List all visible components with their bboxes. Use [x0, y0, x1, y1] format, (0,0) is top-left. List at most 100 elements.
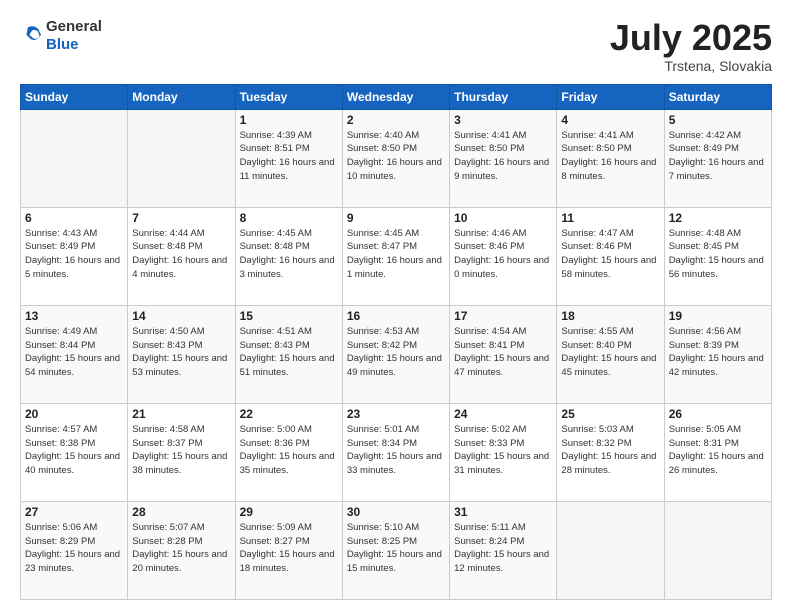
table-row: 23 Sunrise: 5:01 AM Sunset: 8:34 PM Dayli… [342, 403, 449, 501]
day-info: Sunrise: 5:05 AM Sunset: 8:31 PM Dayligh… [669, 423, 767, 478]
day-number: 1 [240, 113, 338, 127]
day-number: 11 [561, 211, 659, 225]
table-row: 14Sunrise: 4:50 AM Sunset: 8:43 PM Dayli… [128, 305, 235, 403]
day-info: Sunrise: 4:49 AM Sunset: 8:44 PM Dayligh… [25, 325, 123, 380]
day-info: Sunrise: 5:11 AM Sunset: 8:24 PM Dayligh… [454, 521, 552, 576]
calendar-table: Sunday Monday Tuesday Wednesday Thursday… [20, 84, 772, 600]
day-number: 21 [132, 407, 230, 421]
col-tuesday: Tuesday [235, 84, 342, 109]
table-row: 20 Sunrise: 4:57 AM Sunset: 8:38 PM Dayli… [21, 403, 128, 501]
day-number: 27 [25, 505, 123, 519]
title-block: July 2025 Trstena, Slovakia [610, 18, 772, 74]
col-thursday: Thursday [450, 84, 557, 109]
table-row [557, 501, 664, 599]
col-saturday: Saturday [664, 84, 771, 109]
header: General Blue July 2025 Trstena, Slovakia [20, 18, 772, 74]
table-row [128, 109, 235, 207]
table-row: 22Sunrise: 5:00 AM Sunset: 8:36 PM Dayli… [235, 403, 342, 501]
day-info: Sunrise: 4:50 AM Sunset: 8:43 PM Dayligh… [132, 325, 230, 380]
table-row: 10 Sunrise: 4:46 AM Sunset: 8:46 PM Dayli… [450, 207, 557, 305]
day-number: 3 [454, 113, 552, 127]
day-info: Sunrise: 5:06 AM Sunset: 8:29 PM Dayligh… [25, 521, 123, 576]
table-row: 12Sunrise: 4:48 AM Sunset: 8:45 PM Dayli… [664, 207, 771, 305]
day-info: Sunrise: 4:53 AM Sunset: 8:42 PM Dayligh… [347, 325, 445, 380]
day-info: Sunrise: 4:51 AM Sunset: 8:43 PM Dayligh… [240, 325, 338, 380]
table-row: 21Sunrise: 4:58 AM Sunset: 8:37 PM Dayli… [128, 403, 235, 501]
table-row: 11 Sunrise: 4:47 AM Sunset: 8:46 PM Dayli… [557, 207, 664, 305]
month-title: July 2025 [610, 18, 772, 58]
logo: General Blue [20, 18, 102, 54]
day-info: Sunrise: 4:56 AM Sunset: 8:39 PM Dayligh… [669, 325, 767, 380]
day-number: 13 [25, 309, 123, 323]
day-info: Sunrise: 4:42 AM Sunset: 8:49 PM Dayligh… [669, 129, 767, 184]
day-number: 30 [347, 505, 445, 519]
day-info: Sunrise: 4:54 AM Sunset: 8:41 PM Dayligh… [454, 325, 552, 380]
calendar-header-row: Sunday Monday Tuesday Wednesday Thursday… [21, 84, 772, 109]
table-row: 7 Sunrise: 4:44 AM Sunset: 8:48 PM Daylig… [128, 207, 235, 305]
table-row: 18Sunrise: 4:55 AM Sunset: 8:40 PM Dayli… [557, 305, 664, 403]
table-row: 31Sunrise: 5:11 AM Sunset: 8:24 PM Dayli… [450, 501, 557, 599]
day-info: Sunrise: 5:02 AM Sunset: 8:33 PM Dayligh… [454, 423, 552, 478]
table-row: 26 Sunrise: 5:05 AM Sunset: 8:31 PM Dayli… [664, 403, 771, 501]
col-wednesday: Wednesday [342, 84, 449, 109]
day-number: 24 [454, 407, 552, 421]
day-info: Sunrise: 4:43 AM Sunset: 8:49 PM Dayligh… [25, 227, 123, 282]
day-info: Sunrise: 4:45 AM Sunset: 8:47 PM Dayligh… [347, 227, 445, 282]
logo-blue-text: Blue [46, 36, 79, 53]
day-number: 19 [669, 309, 767, 323]
calendar-week-row: 13 Sunrise: 4:49 AM Sunset: 8:44 PM Dayli… [21, 305, 772, 403]
table-row: 3Sunrise: 4:41 AM Sunset: 8:50 PM Daylig… [450, 109, 557, 207]
day-info: Sunrise: 4:44 AM Sunset: 8:48 PM Dayligh… [132, 227, 230, 282]
table-row: 5Sunrise: 4:42 AM Sunset: 8:49 PM Daylig… [664, 109, 771, 207]
logo-general-text: General [46, 18, 102, 35]
day-number: 2 [347, 113, 445, 127]
table-row [664, 501, 771, 599]
day-info: Sunrise: 4:40 AM Sunset: 8:50 PM Dayligh… [347, 129, 445, 184]
table-row: 15 Sunrise: 4:51 AM Sunset: 8:43 PM Dayli… [235, 305, 342, 403]
day-info: Sunrise: 5:01 AM Sunset: 8:34 PM Dayligh… [347, 423, 445, 478]
day-number: 10 [454, 211, 552, 225]
table-row: 6 Sunrise: 4:43 AM Sunset: 8:49 PM Daylig… [21, 207, 128, 305]
calendar-week-row: 6 Sunrise: 4:43 AM Sunset: 8:49 PM Daylig… [21, 207, 772, 305]
day-info: Sunrise: 4:45 AM Sunset: 8:48 PM Dayligh… [240, 227, 338, 282]
day-number: 16 [347, 309, 445, 323]
day-number: 17 [454, 309, 552, 323]
table-row: 25Sunrise: 5:03 AM Sunset: 8:32 PM Dayli… [557, 403, 664, 501]
table-row: 2 Sunrise: 4:40 AM Sunset: 8:50 PM Daylig… [342, 109, 449, 207]
day-info: Sunrise: 4:46 AM Sunset: 8:46 PM Dayligh… [454, 227, 552, 282]
table-row: 30 Sunrise: 5:10 AM Sunset: 8:25 PM Dayli… [342, 501, 449, 599]
table-row: 27 Sunrise: 5:06 AM Sunset: 8:29 PM Dayli… [21, 501, 128, 599]
table-row: 1 Sunrise: 4:39 AM Sunset: 8:51 PM Daylig… [235, 109, 342, 207]
table-row: 29Sunrise: 5:09 AM Sunset: 8:27 PM Dayli… [235, 501, 342, 599]
page: General Blue July 2025 Trstena, Slovakia… [0, 0, 792, 612]
location: Trstena, Slovakia [610, 58, 772, 74]
day-number: 20 [25, 407, 123, 421]
day-number: 7 [132, 211, 230, 225]
table-row: 8Sunrise: 4:45 AM Sunset: 8:48 PM Daylig… [235, 207, 342, 305]
day-number: 15 [240, 309, 338, 323]
day-number: 9 [347, 211, 445, 225]
day-info: Sunrise: 4:39 AM Sunset: 8:51 PM Dayligh… [240, 129, 338, 184]
day-info: Sunrise: 4:47 AM Sunset: 8:46 PM Dayligh… [561, 227, 659, 282]
table-row: 24 Sunrise: 5:02 AM Sunset: 8:33 PM Dayli… [450, 403, 557, 501]
table-row: 28Sunrise: 5:07 AM Sunset: 8:28 PM Dayli… [128, 501, 235, 599]
day-number: 4 [561, 113, 659, 127]
day-info: Sunrise: 5:07 AM Sunset: 8:28 PM Dayligh… [132, 521, 230, 576]
day-number: 25 [561, 407, 659, 421]
table-row: 19 Sunrise: 4:56 AM Sunset: 8:39 PM Dayli… [664, 305, 771, 403]
day-number: 22 [240, 407, 338, 421]
day-number: 23 [347, 407, 445, 421]
day-info: Sunrise: 4:57 AM Sunset: 8:38 PM Dayligh… [25, 423, 123, 478]
table-row: 17 Sunrise: 4:54 AM Sunset: 8:41 PM Dayli… [450, 305, 557, 403]
day-info: Sunrise: 4:41 AM Sunset: 8:50 PM Dayligh… [561, 129, 659, 184]
day-number: 6 [25, 211, 123, 225]
table-row: 9 Sunrise: 4:45 AM Sunset: 8:47 PM Daylig… [342, 207, 449, 305]
day-number: 29 [240, 505, 338, 519]
table-row: 16 Sunrise: 4:53 AM Sunset: 8:42 PM Dayli… [342, 305, 449, 403]
col-sunday: Sunday [21, 84, 128, 109]
day-number: 26 [669, 407, 767, 421]
day-info: Sunrise: 4:48 AM Sunset: 8:45 PM Dayligh… [669, 227, 767, 282]
table-row: 4 Sunrise: 4:41 AM Sunset: 8:50 PM Daylig… [557, 109, 664, 207]
col-friday: Friday [557, 84, 664, 109]
day-info: Sunrise: 5:10 AM Sunset: 8:25 PM Dayligh… [347, 521, 445, 576]
